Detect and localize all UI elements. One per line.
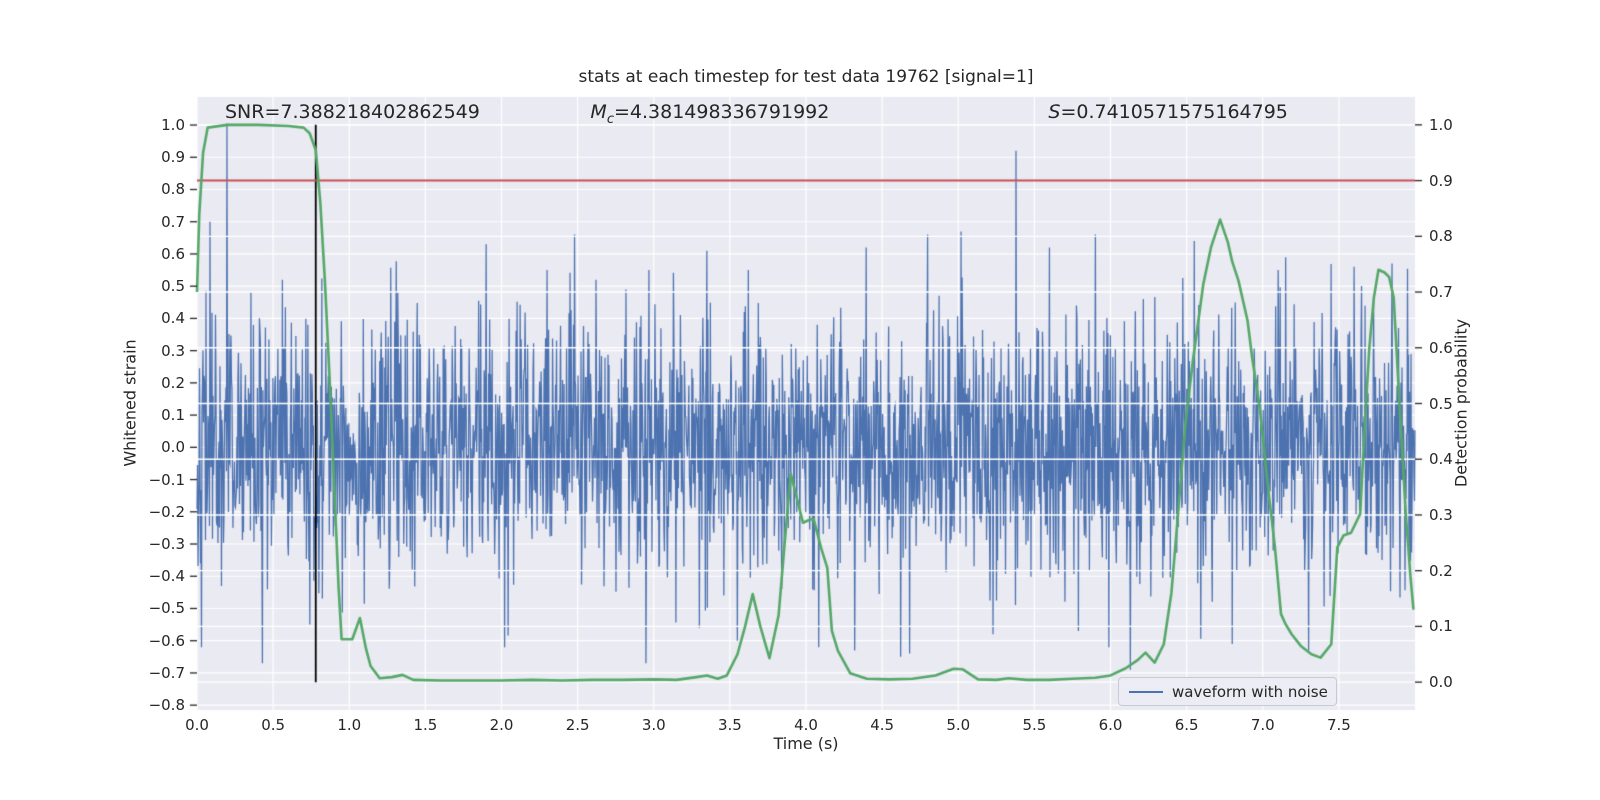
y-tick-label-left: 0.5: [161, 277, 185, 296]
x-tick-label: 4.0: [794, 716, 818, 734]
x-tick-label: 0.5: [261, 716, 286, 734]
y-tick-label-right: 0.2: [1429, 561, 1453, 580]
x-tick-label: 5.5: [1022, 716, 1047, 734]
y-tick-label-left: 0.3: [161, 341, 185, 360]
y-tick-label-left: 0.7: [161, 212, 185, 231]
y-tick-label-left: 0.2: [161, 373, 185, 392]
y-tick-label-right: 0.3: [1429, 505, 1453, 524]
y-tick-label-left: 0.8: [161, 180, 185, 199]
x-tick-label: 6.0: [1098, 716, 1123, 734]
y-tick-label-left: −0.1: [148, 470, 185, 489]
y-tick-label-right: 0.7: [1429, 283, 1453, 302]
x-tick-label: 7.0: [1250, 716, 1275, 734]
y-tick-label-right: 0.1: [1429, 617, 1453, 636]
y-tick-label-left: −0.3: [148, 535, 185, 554]
y-tick-label-left: 1.0: [161, 116, 185, 135]
x-tick-label: 1.0: [337, 716, 362, 734]
x-tick-label: 0.0: [185, 716, 209, 734]
x-tick-label: 7.5: [1326, 716, 1351, 734]
x-axis-label: Time (s): [773, 734, 839, 753]
y-tick-label-left: −0.4: [148, 567, 185, 586]
legend: waveform with noise: [1118, 677, 1337, 706]
y-tick-label-left: −0.8: [148, 696, 185, 715]
score-annotation: S=0.7410571575164795: [1048, 101, 1288, 123]
y-axis-right-label: Detection probability: [1451, 318, 1471, 488]
x-tick-label: 3.0: [641, 716, 666, 734]
y-tick-label-left: −0.2: [148, 502, 185, 521]
x-tick-label: 4.5: [870, 716, 895, 734]
y-tick-label-right: 0.0: [1429, 673, 1453, 692]
legend-label: waveform with noise: [1172, 682, 1328, 701]
x-tick-label: 6.5: [1174, 716, 1199, 734]
y-tick-label-right: 0.6: [1429, 338, 1453, 357]
y-tick-label-right: 1.0: [1429, 115, 1453, 134]
legend-line-sample: [1129, 690, 1163, 693]
y-tick-label-right: 0.4: [1429, 450, 1453, 469]
y-tick-label-right: 0.8: [1429, 227, 1453, 246]
y-tick-label-left: 0.6: [161, 244, 185, 263]
y-tick-label-left: −0.7: [148, 663, 185, 682]
y-tick-label-left: 0.4: [161, 309, 185, 328]
chart-title: stats at each timestep for test data 197…: [578, 67, 1034, 87]
y-tick-label-right: 0.9: [1429, 171, 1453, 190]
x-tick-label: 1.5: [413, 716, 438, 734]
x-tick-label: 2.5: [565, 716, 590, 734]
x-tick-label: 2.0: [489, 716, 514, 734]
y-tick-label-left: −0.5: [148, 599, 185, 618]
y-tick-label-left: 0.0: [161, 438, 185, 457]
figure: stats at each timestep for test data 197…: [0, 0, 1600, 800]
y-tick-label-right: 0.5: [1429, 394, 1453, 413]
snr-annotation: SNR=7.388218402862549: [225, 101, 480, 123]
y-tick-label-left: 0.9: [161, 148, 185, 167]
y-tick-label-left: 0.1: [161, 406, 185, 425]
y-axis-left-label: Whitened strain: [120, 339, 140, 467]
x-tick-label: 5.0: [946, 716, 971, 734]
x-tick-label: 3.5: [717, 716, 742, 734]
y-tick-label-left: −0.6: [148, 631, 185, 650]
chirp-mass-annotation: Mc=4.381498336791992: [590, 101, 830, 127]
